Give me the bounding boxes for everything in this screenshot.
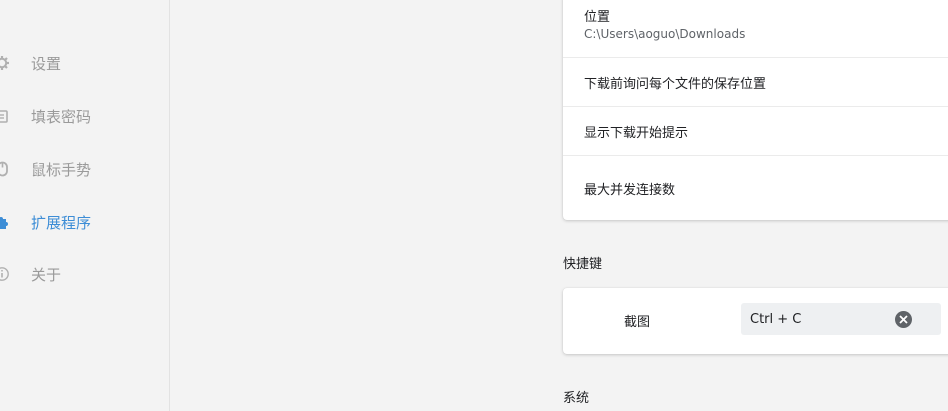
shortcuts-section-title: 快捷键 xyxy=(563,257,603,272)
screenshot-shortcut-field[interactable]: Ctrl + C xyxy=(741,303,941,335)
show-download-tip-label: 显示下载开始提示 xyxy=(584,126,689,141)
downloads-card: 位置 C:\Users\aoguo\Downloads 下载前询问每个文件的保存… xyxy=(563,0,948,220)
puzzle-icon xyxy=(0,214,10,230)
location-label: 位置 xyxy=(584,10,611,25)
sidebar-item-label: 关于 xyxy=(31,265,62,284)
sidebar-item-label: 扩展程序 xyxy=(31,213,92,232)
location-value: C:\Users\aoguo\Downloads xyxy=(584,27,746,41)
ask-save-location-row[interactable]: 下载前询问每个文件的保存位置 xyxy=(563,58,948,107)
form-password-icon xyxy=(0,108,10,124)
max-connections-label: 最大并发连接数 xyxy=(584,183,676,198)
sidebar-item-label: 填表密码 xyxy=(31,107,92,126)
sidebar: 设置 填表密码 鼠标手势 扩展程序 关于 xyxy=(0,0,170,411)
download-location-row[interactable]: 位置 C:\Users\aoguo\Downloads xyxy=(563,0,948,58)
clear-circle-icon[interactable] xyxy=(895,311,912,328)
max-connections-row[interactable]: 最大并发连接数 xyxy=(563,156,948,220)
mouse-icon xyxy=(0,161,10,177)
sidebar-item-settings[interactable]: 设置 xyxy=(0,48,169,78)
settings-page: 设置 填表密码 鼠标手势 扩展程序 关于 位置 C:\Users\aoguo\D… xyxy=(0,0,948,411)
info-icon xyxy=(0,266,10,282)
gear-icon xyxy=(0,55,10,71)
sidebar-item-mouse-gesture[interactable]: 鼠标手势 xyxy=(0,154,169,184)
sidebar-item-label: 设置 xyxy=(31,54,62,73)
show-download-tip-row[interactable]: 显示下载开始提示 xyxy=(563,107,948,156)
sidebar-item-about[interactable]: 关于 xyxy=(0,259,169,289)
sidebar-item-label: 鼠标手势 xyxy=(31,160,92,179)
ask-save-location-label: 下载前询问每个文件的保存位置 xyxy=(584,77,767,92)
screenshot-shortcut-value: Ctrl + C xyxy=(750,311,802,327)
sidebar-item-form-password[interactable]: 填表密码 xyxy=(0,101,169,131)
screenshot-shortcut-label: 截图 xyxy=(624,315,651,330)
system-section-title: 系统 xyxy=(563,391,590,406)
shortcuts-card: 截图 Ctrl + C xyxy=(563,288,948,354)
sidebar-item-extensions[interactable]: 扩展程序 xyxy=(0,207,169,237)
